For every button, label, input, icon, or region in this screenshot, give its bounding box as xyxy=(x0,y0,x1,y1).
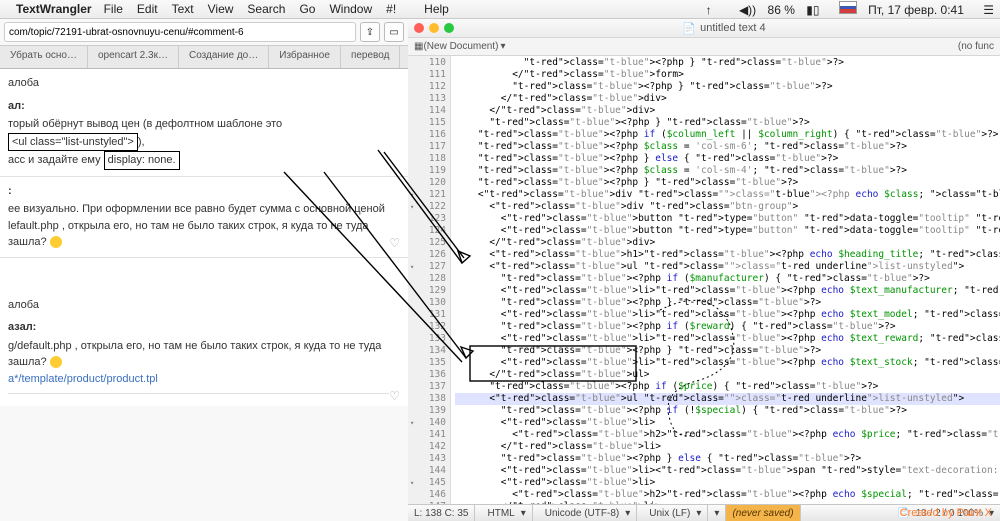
mac-menu-bar: TextWrangler File Edit Text View Search … xyxy=(0,0,1000,19)
quote-text: g/default.php , открыла его, но там не б… xyxy=(8,338,400,371)
post-text: ее визуально. При оформлении все равно б… xyxy=(8,201,400,251)
zoom-button[interactable] xyxy=(444,23,454,33)
cursor-position: L: 138 C: 35 xyxy=(408,505,475,521)
chevron-down-icon: ▾ xyxy=(500,41,505,52)
battery-icon: ▮▯ xyxy=(806,3,819,17)
window-titlebar: 📄 untitled text 4 xyxy=(408,19,1000,38)
nav-toggle[interactable]: ▦ xyxy=(414,41,423,52)
browser-window: ⇪ ▭ Убрать осно… opencart 2.3к… Создание… xyxy=(0,19,408,521)
quote-author: азал: xyxy=(8,319,400,336)
browser-tab[interactable]: Избранное xyxy=(269,46,341,68)
code-text[interactable]: "t-red">class="t-blue"><?php } "t-red">c… xyxy=(451,56,1000,504)
textwrangler-window: 📄 untitled text 4 ▦ (New Document)▾ (no … xyxy=(408,19,1000,521)
notif-center-icon[interactable]: ☰ xyxy=(983,3,994,17)
menu-status-area: ↑ ◀)) 86 % ▮▯ Пт, 17 февр. 0:41 ☰ xyxy=(698,1,994,17)
menu-search[interactable]: Search xyxy=(247,2,285,16)
input-flag[interactable] xyxy=(831,3,857,17)
browser-toolbar: ⇪ ▭ xyxy=(0,19,408,45)
document-dropdown[interactable]: (New Document)▾ xyxy=(423,41,505,52)
editor-navbar: ▦ (New Document)▾ (no func xyxy=(408,38,1000,56)
like-icon[interactable]: ♡ xyxy=(389,234,400,252)
code-area: 110111112113114115116117118119120▾121▾12… xyxy=(408,56,1000,504)
address-bar[interactable] xyxy=(4,22,356,42)
document-icon: 📄 xyxy=(682,22,696,35)
browser-tab[interactable]: opencart 2.3к… xyxy=(88,46,179,68)
like-icon[interactable]: ♡ xyxy=(389,387,400,405)
write-status-icon[interactable]: ▾ xyxy=(708,505,726,521)
highlight-box: <ul class="list-unstyled"> xyxy=(8,133,138,152)
page-content: алоба ал: торый обёрнут вывод цен (в деф… xyxy=(0,69,408,406)
menu-file[interactable]: File xyxy=(104,2,123,16)
save-status: (never saved) xyxy=(726,505,800,521)
active-app-name[interactable]: TextWrangler xyxy=(16,2,92,16)
highlight-box: display: none. xyxy=(104,151,180,170)
browser-tab[interactable]: перевод xyxy=(341,46,400,68)
watermark: Created by Paint X xyxy=(900,507,992,519)
emoji-icon xyxy=(50,236,62,248)
text-fragment: алоба xyxy=(8,297,400,314)
document-title: untitled text 4 xyxy=(700,22,765,34)
clock[interactable]: Пт, 17 февр. 0:41 xyxy=(868,3,964,17)
new-tab-button[interactable]: + xyxy=(400,46,408,68)
language-popup[interactable]: HTML ▾ xyxy=(475,505,532,521)
function-popup[interactable]: (no func xyxy=(958,41,994,52)
close-button[interactable] xyxy=(414,23,424,33)
separator-colon: : xyxy=(8,183,400,200)
menu-view[interactable]: View xyxy=(208,2,234,16)
browser-tab[interactable]: Убрать осно… xyxy=(0,46,88,68)
encoding-popup[interactable]: Unicode (UTF-8) ▾ xyxy=(533,505,638,521)
quote-author: ал: xyxy=(8,98,400,115)
volume-icon[interactable]: ◀)) xyxy=(739,3,756,17)
menu-edit[interactable]: Edit xyxy=(137,2,158,16)
browser-tab[interactable]: Создание до… xyxy=(179,46,269,68)
battery-percent[interactable]: 86 % xyxy=(768,3,795,17)
menu-help[interactable]: Help xyxy=(424,2,449,16)
text-fragment: алоба xyxy=(8,75,400,92)
minimize-button[interactable] xyxy=(429,23,439,33)
traffic-lights xyxy=(414,23,454,33)
emoji-icon xyxy=(50,356,62,368)
share-button[interactable]: ⇪ xyxy=(360,22,380,42)
file-path-link[interactable]: a*/template/product/product.tpl xyxy=(8,371,400,388)
browser-tab-strip: Убрать осно… opencart 2.3к… Создание до…… xyxy=(0,45,408,69)
upload-icon[interactable]: ↑ xyxy=(706,3,712,17)
line-ending-popup[interactable]: Unix (LF) ▾ xyxy=(637,505,708,521)
line-number-gutter[interactable]: 110111112113114115116117118119120▾121▾12… xyxy=(408,56,451,504)
menu-shebang[interactable]: #! xyxy=(386,2,396,16)
tabs-button[interactable]: ▭ xyxy=(384,22,404,42)
menu-text[interactable]: Text xyxy=(172,2,194,16)
menu-window[interactable]: Window xyxy=(329,2,372,16)
menu-go[interactable]: Go xyxy=(299,2,315,16)
quote-text: торый обёрнут вывод цен (в дефолтном шаб… xyxy=(8,116,400,170)
